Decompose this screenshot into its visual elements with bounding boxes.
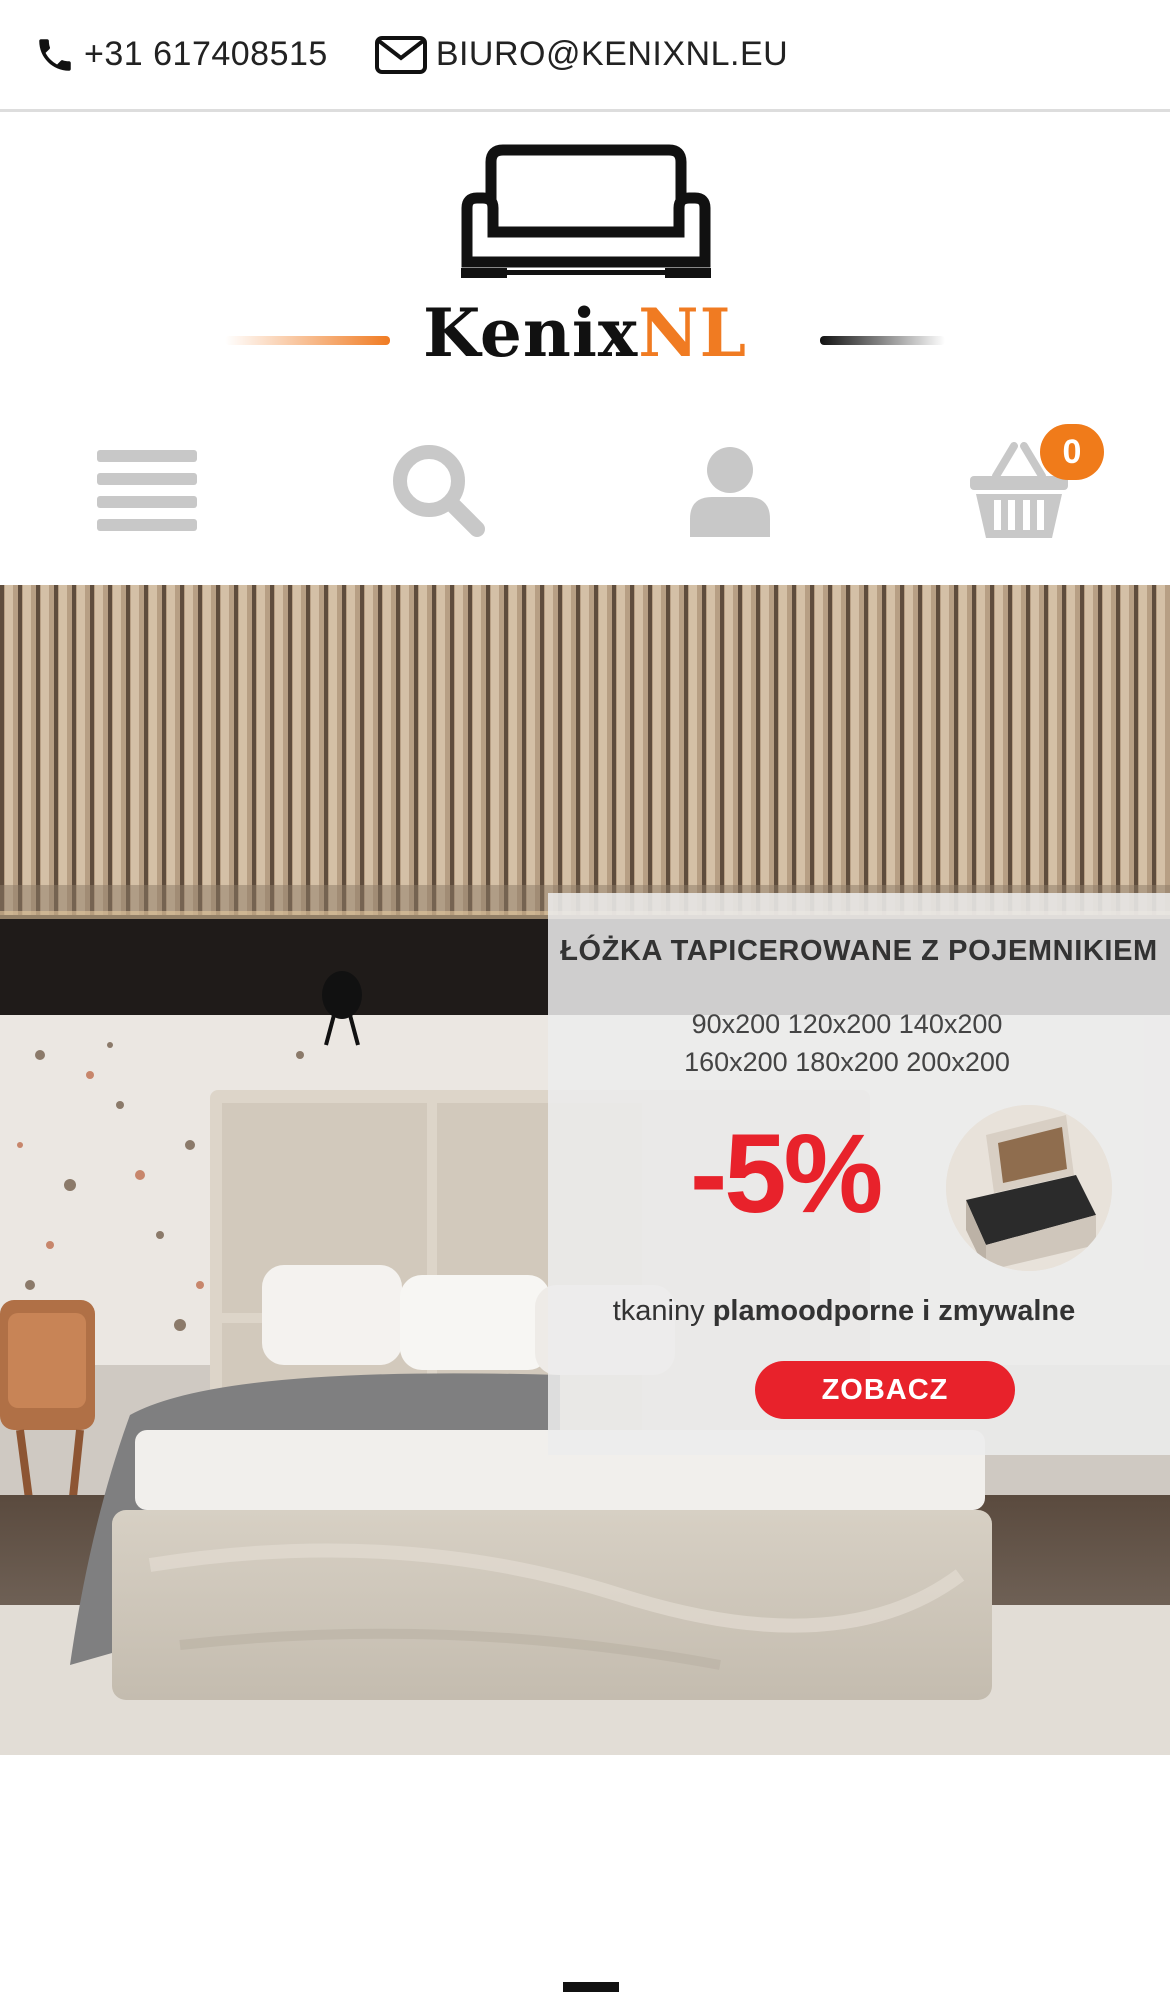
promo-sizes-line-1: 90x200 120x200 140x200 (691, 1009, 1003, 1039)
account-button[interactable] (675, 438, 785, 548)
promo-fabric-prefix: tkaniny (612, 1295, 713, 1327)
promo-sizes: 90x200 120x200 140x200 160x200 180x200 2… (548, 1005, 1146, 1081)
cart-count-badge: 0 (1040, 424, 1104, 480)
promo-discount: -5% (690, 1111, 883, 1236)
phone-number: +31 617408515 (84, 35, 328, 73)
logo-text-main: Kenix (422, 294, 639, 372)
promo-title: ŁÓŻKA TAPICEROWANE Z POJEMNIKIEM (560, 935, 1158, 967)
menu-icon (97, 449, 197, 537)
promo-sizes-line-2: 160x200 180x200 200x200 (684, 1047, 1010, 1077)
site-logo[interactable]: KenixNL (220, 140, 950, 380)
promo-panel: ŁÓŻKA TAPICEROWANE Z POJEMNIKIEM 90x200 … (548, 893, 1170, 1455)
hero-banner[interactable]: ŁÓŻKA TAPICEROWANE Z POJEMNIKIEM 90x200 … (0, 585, 1170, 1755)
page: +31 617408515 BIURO@KENIXNL.EU KenixNL 0… (0, 0, 1170, 1992)
envelope-icon (374, 35, 428, 75)
logo-wordmark: KenixNL (220, 300, 950, 366)
phone-icon (34, 34, 76, 76)
email-address: BIURO@KENIXNL.EU (435, 35, 789, 73)
storage-bed-thumbnail (946, 1105, 1112, 1271)
search-button[interactable] (384, 438, 494, 548)
promo-fabric-text: tkaniny plamoodporne i zmywalne (548, 1295, 1140, 1328)
contact-bar: +31 617408515 BIURO@KENIXNL.EU (0, 0, 1170, 112)
user-icon (690, 445, 770, 542)
logo-line-right (820, 336, 945, 345)
logo-text-accent: NL (638, 294, 748, 372)
phone-link[interactable]: +31 617408515 (34, 34, 328, 76)
icon-nav (0, 420, 1170, 560)
section-divider (563, 1982, 619, 1992)
promo-fabric-bold: plamoodporne i zmywalne (712, 1295, 1076, 1327)
see-more-button[interactable]: ZOBACZ (755, 1361, 1015, 1419)
menu-button[interactable] (92, 438, 202, 548)
search-icon (391, 443, 487, 544)
email-link[interactable]: BIURO@KENIXNL.EU (374, 35, 788, 75)
